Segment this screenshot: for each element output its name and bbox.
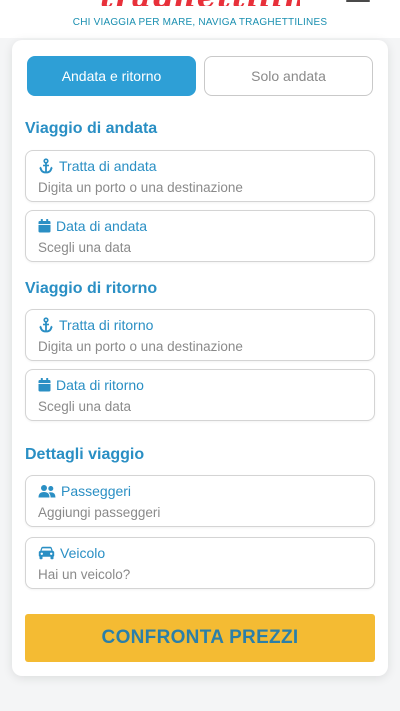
passengers-field[interactable]: Passeggeri Aggiungi passeggeri	[25, 475, 375, 527]
hamburger-menu-icon[interactable]	[346, 0, 372, 8]
return-route-field[interactable]: Tratta di ritorno Digita un porto o una …	[25, 309, 375, 361]
return-route-placeholder: Digita un porto o una destinazione	[38, 339, 243, 354]
one-way-toggle[interactable]: Solo andata	[204, 56, 373, 96]
return-date-field[interactable]: Data di ritorno Scegli una data	[25, 369, 375, 421]
vehicle-label: Veicolo	[60, 545, 106, 561]
calendar-icon	[38, 219, 51, 233]
outbound-route-field[interactable]: Tratta di andata Digita un porto o una d…	[25, 150, 375, 202]
compare-prices-button[interactable]: CONFRONTA PREZZI	[25, 614, 375, 662]
return-section-title: Viaggio di ritorno	[25, 280, 158, 297]
car-icon	[38, 546, 55, 560]
return-date-label: Data di ritorno	[56, 377, 144, 393]
outbound-route-label: Tratta di andata	[59, 158, 157, 174]
anchor-icon	[39, 158, 53, 174]
outbound-date-field[interactable]: Data di andata Scegli una data	[25, 210, 375, 262]
round-trip-toggle[interactable]: Andata e ritorno	[27, 56, 196, 96]
vehicle-placeholder: Hai un veicolo?	[38, 567, 131, 582]
passengers-label: Passeggeri	[61, 483, 132, 499]
outbound-date-placeholder: Scegli una data	[38, 240, 132, 255]
logo-text: traghettilines	[100, 0, 300, 6]
outbound-route-placeholder: Digita un porto o una destinazione	[38, 180, 243, 195]
return-route-label: Tratta di ritorno	[59, 317, 154, 333]
logo[interactable]: traghettilines	[100, 0, 300, 6]
outbound-date-label: Data di andata	[56, 218, 148, 234]
vehicle-field[interactable]: Veicolo Hai un veicolo?	[25, 537, 375, 589]
top-bar: traghettilines CHI VIAGGIA PER MARE, NAV…	[0, 0, 400, 38]
details-section-title: Dettagli viaggio	[25, 446, 145, 463]
tagline: CHI VIAGGIA PER MARE, NAVIGA TRAGHETTILI…	[72, 17, 328, 28]
outbound-section-title: Viaggio di andata	[25, 120, 158, 137]
return-date-placeholder: Scegli una data	[38, 399, 132, 414]
users-icon	[38, 485, 56, 498]
anchor-icon	[39, 317, 53, 333]
passengers-placeholder: Aggiungi passeggeri	[38, 505, 161, 520]
search-form-card: Andata e ritorno Solo andata Viaggio di …	[12, 40, 388, 676]
calendar-icon	[38, 378, 51, 392]
